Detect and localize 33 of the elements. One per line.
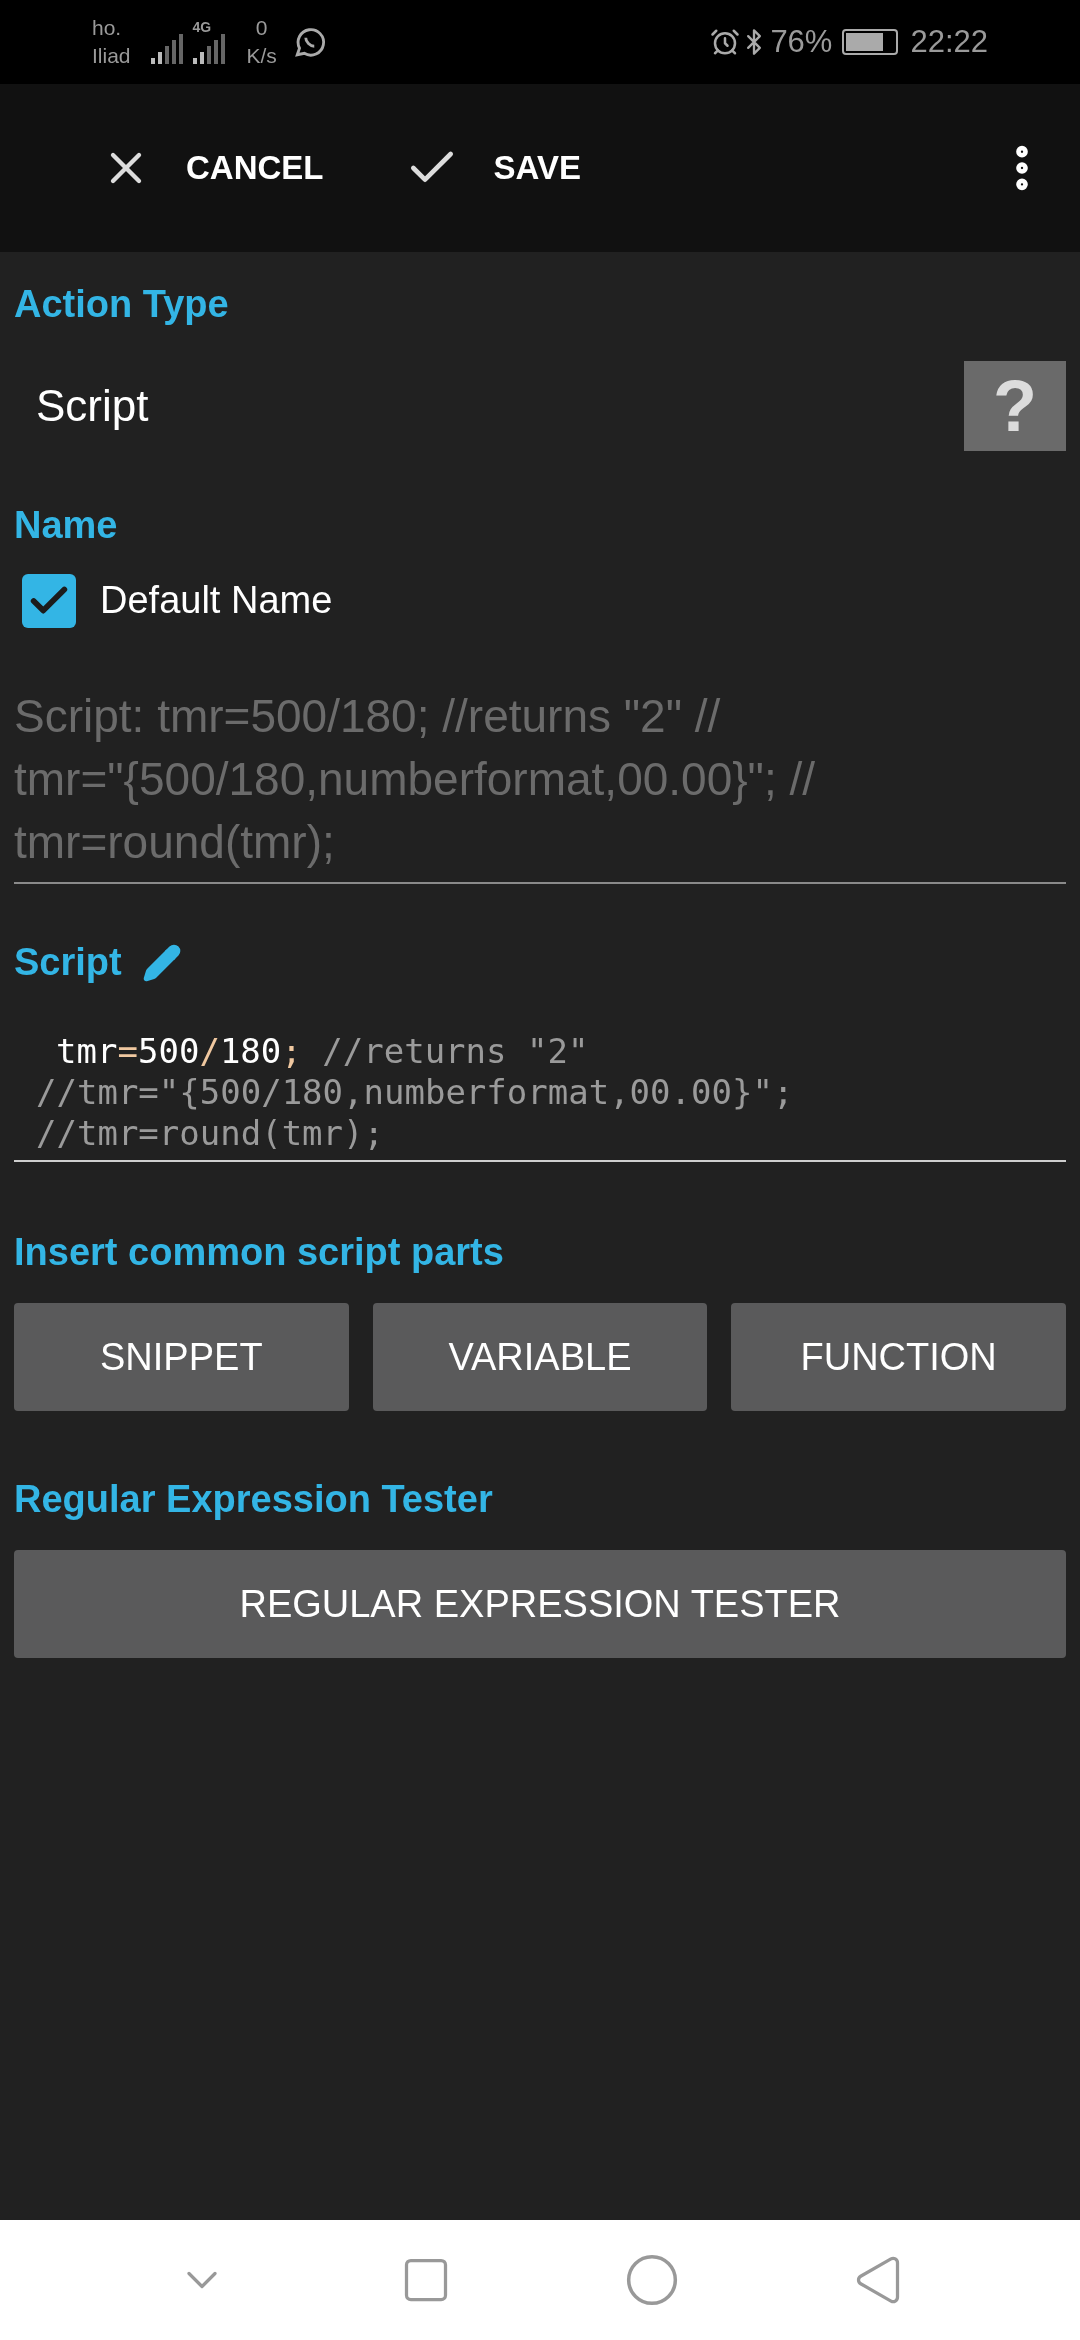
section-label: Action Type	[14, 282, 230, 327]
cancel-button[interactable]: CANCEL	[100, 142, 324, 194]
regex-tester-button[interactable]: REGULAR EXPRESSION TESTER	[14, 1550, 1066, 1658]
checkbox-label: Default Name	[100, 578, 333, 623]
speed-unit: K/s	[246, 43, 277, 69]
script-editor[interactable]: tmr=500/180; //returns "2" //tmr="{500/180,numberformat,00.00}"; //tmr=round(tmr);	[14, 1031, 1066, 1162]
signal-icon	[150, 34, 185, 64]
home-icon[interactable]	[624, 2252, 680, 2308]
action-type-value[interactable]: Script	[36, 373, 149, 439]
signal-icon	[192, 34, 227, 64]
code-line: //tmr=round(tmr);	[36, 1113, 385, 1154]
chat-bubble-icon	[292, 25, 327, 59]
section-label: Regular Expression Tester	[14, 1477, 494, 1522]
code-line: //tmr="{500/180,numberformat,00.00}";	[36, 1072, 795, 1113]
speed-value: 0	[255, 15, 268, 41]
pencil-icon[interactable]	[141, 942, 182, 983]
carrier-name: ho.	[92, 15, 123, 41]
network-type: 4G	[192, 20, 212, 34]
checkbox[interactable]	[22, 573, 76, 628]
section-label: Name	[14, 503, 119, 548]
section-label: Insert common script parts	[14, 1230, 505, 1275]
alarm-icon	[710, 27, 741, 57]
insert-button[interactable]: VARIABLE	[372, 1303, 708, 1411]
code-line: tmr=500/180; //returns "2"	[55, 1031, 590, 1072]
section-label: Script	[14, 940, 122, 985]
help-button[interactable]: ?	[964, 361, 1066, 451]
battery-percent: 76%	[770, 22, 833, 61]
clock: 22:22	[910, 22, 988, 61]
carrier-name: Iliad	[92, 43, 131, 69]
insert-button[interactable]: FUNCTION	[731, 1303, 1066, 1411]
battery-icon	[842, 29, 899, 55]
save-button[interactable]: SAVE	[403, 140, 581, 196]
insert-button[interactable]: SNIPPET	[14, 1303, 349, 1411]
